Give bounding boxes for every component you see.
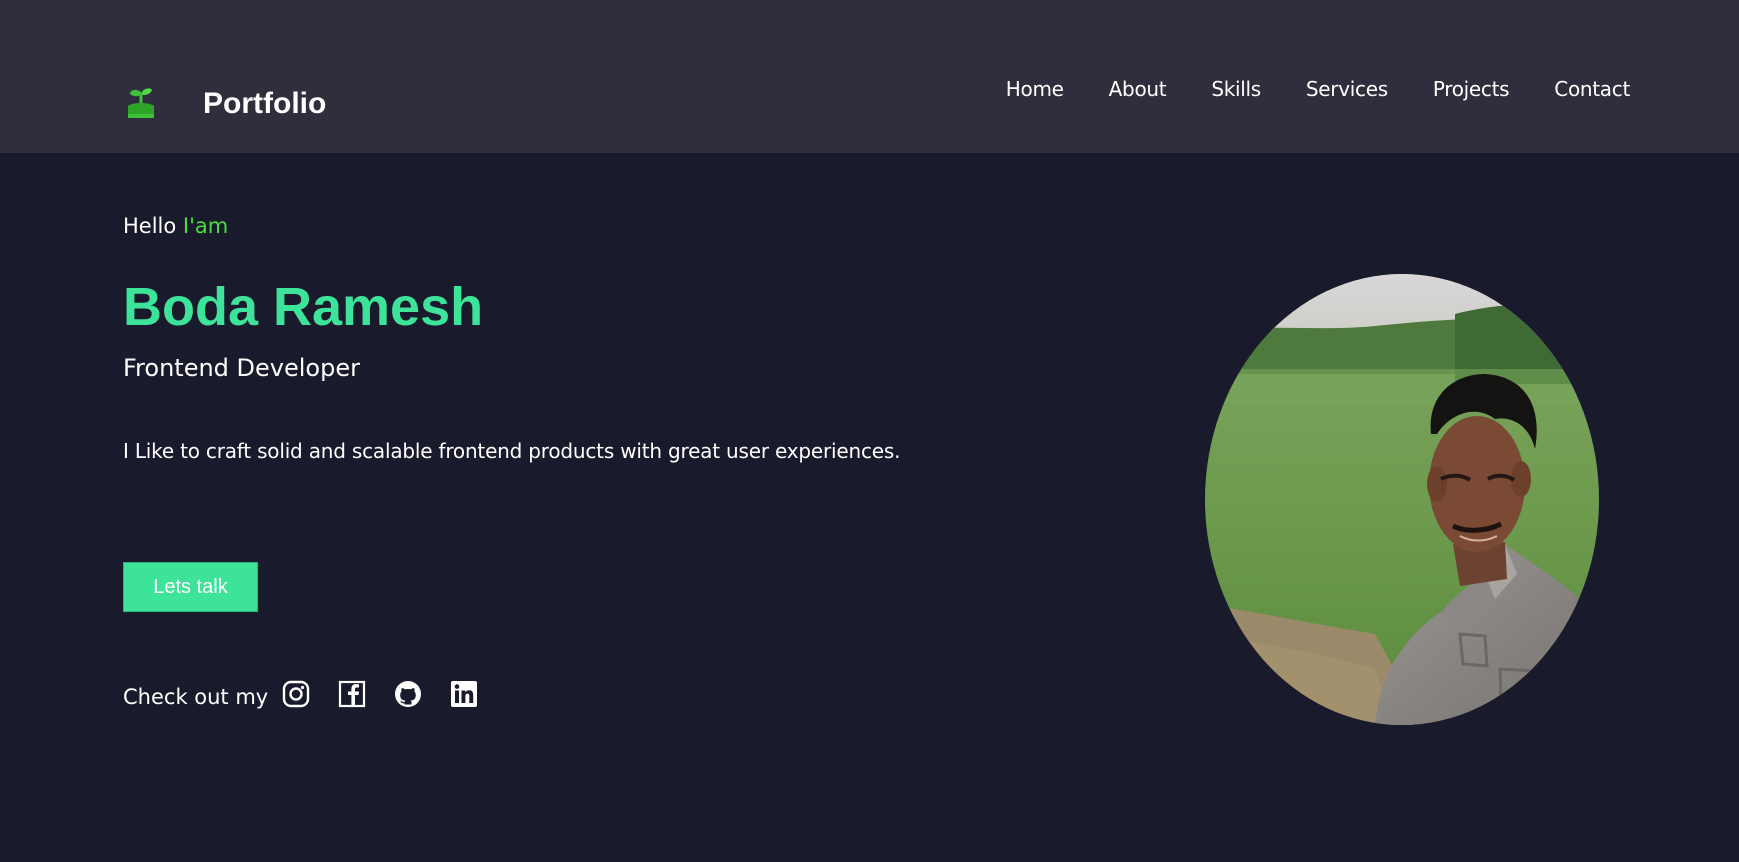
social-label: Check out my	[123, 685, 269, 709]
lets-talk-button[interactable]: Lets talk	[123, 562, 258, 612]
greeting: Hello I'am	[123, 212, 228, 240]
hero-role: Frontend Developer	[123, 354, 360, 382]
brand-title[interactable]: Portfolio	[203, 86, 326, 122]
hero-tagline: I Like to craft solid and scalable front…	[123, 439, 901, 463]
nav-link-services[interactable]: Services	[1306, 76, 1388, 102]
instagram-icon[interactable]	[282, 680, 310, 708]
nav-link-about[interactable]: About	[1109, 76, 1167, 102]
linkedin-icon[interactable]	[450, 680, 478, 708]
nav-link-contact[interactable]: Contact	[1554, 76, 1630, 102]
greeting-accent: I'am	[182, 214, 229, 238]
navbar: Portfolio Home About Skills Services Pro…	[0, 0, 1739, 153]
profile-photo	[1205, 274, 1599, 725]
social-links: Check out my	[123, 677, 506, 711]
hero-name: Boda Ramesh	[123, 277, 484, 337]
hero-section: Hello I'am Boda Ramesh Frontend Develope…	[0, 153, 1739, 862]
leaf-sprout-icon[interactable]	[126, 86, 156, 118]
greeting-prefix: Hello	[123, 214, 177, 238]
nav-link-projects[interactable]: Projects	[1433, 76, 1510, 102]
nav-link-skills[interactable]: Skills	[1211, 76, 1261, 102]
github-icon[interactable]	[394, 680, 422, 708]
main-nav: Home About Skills Services Projects Cont…	[961, 76, 1631, 102]
facebook-icon[interactable]	[338, 680, 366, 708]
nav-link-home[interactable]: Home	[1006, 76, 1064, 102]
